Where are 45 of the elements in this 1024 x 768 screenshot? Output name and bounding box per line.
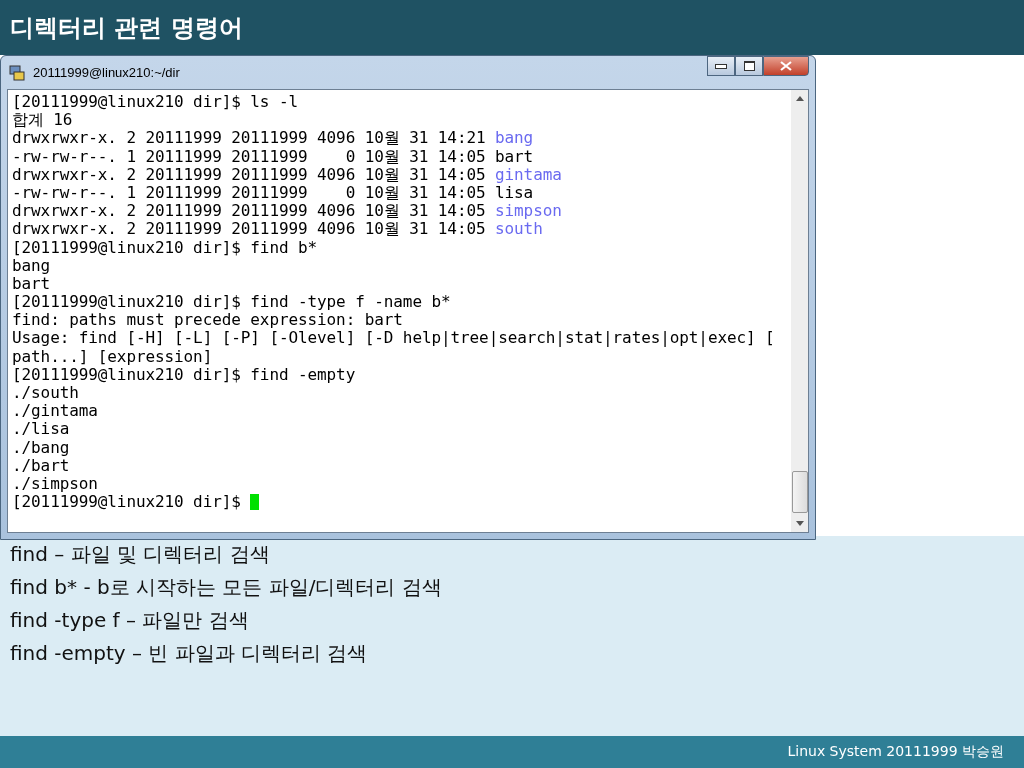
terminal-line: ./lisa [12,419,70,439]
terminal-line: drwxrwxr-x. 2 20111999 20111999 4096 10월 31 14:21 [12,128,487,148]
scroll-up-icon[interactable] [795,96,804,101]
terminal-line: [20111999@linux210 dir]$ [12,492,242,512]
terminal-line: ./simpson [12,473,98,493]
scrollbar[interactable] [791,90,808,532]
terminal-line: -rw-rw-r--. 1 20111999 20111999 0 10월 31 14:05 [12,146,487,166]
slide-title: 디렉터리 관련 명령어 [10,12,243,44]
window-title: 20111999@linux210:~/dir [33,65,180,80]
terminal-line: [20111999@linux210 dir]$ ls -l [12,92,298,111]
close-icon [780,61,792,71]
file-name: gintama [495,164,562,184]
file-name: bart [495,146,534,166]
maximize-button[interactable] [735,56,763,76]
terminal-line: drwxrwxr-x. 2 20111999 20111999 4096 10월 31 14:05 [12,201,487,221]
footer-text: Linux System 20111999 박승원 [787,743,1004,761]
scrollbar-thumb[interactable] [791,471,808,513]
note-text: find – 파일 및 디렉터리 검색 [10,541,271,568]
terminal-line: 합계 16 [12,110,73,130]
terminal-line: find: paths must precede expression: bart [12,310,403,330]
file-name: lisa [495,182,534,202]
terminal-line: Usage: find [-H] [-L] [-P] [-Olevel] [-D help|tree|search|stat|rates|opt|exec] [ [12,328,775,348]
file-name: bang [495,128,534,148]
minimize-button[interactable] [707,56,735,76]
terminal-line: ./bart [12,455,70,475]
terminal-line: -rw-rw-r--. 1 20111999 20111999 0 10월 31 14:05 [12,182,487,202]
terminal-line: drwxrwxr-x. 2 20111999 20111999 4096 10월 31 14:05 [12,219,487,239]
close-button[interactable] [763,56,809,76]
terminal-line: path...] [expression] [12,346,213,366]
computer-icon [9,64,27,81]
note-text: find b* - b로 시작하는 모든 파일/디렉터리 검색 [10,574,443,601]
note-text: find -type f – 파일만 검색 [10,607,250,634]
file-name: south [495,219,543,239]
note-text: find -empty – 빈 파일과 디렉터리 검색 [10,640,369,667]
scroll-down-icon[interactable] [795,521,804,526]
terminal-line: [20111999@linux210 dir]$ find -type f -name b* [12,292,451,312]
terminal-line: ./south [12,383,79,402]
terminal-line: ./bang [12,437,70,457]
terminal-line: ./gintama [12,401,98,421]
terminal-line: bang [12,255,51,275]
terminal-line: drwxrwxr-x. 2 20111999 20111999 4096 10월 31 14:05 [12,164,487,184]
terminal-line: [20111999@linux210 dir]$ find b* [12,237,318,257]
terminal-line: bart [12,273,51,293]
file-name: simpson [495,201,562,221]
terminal-line: [20111999@linux210 dir]$ find -empty [12,364,356,384]
